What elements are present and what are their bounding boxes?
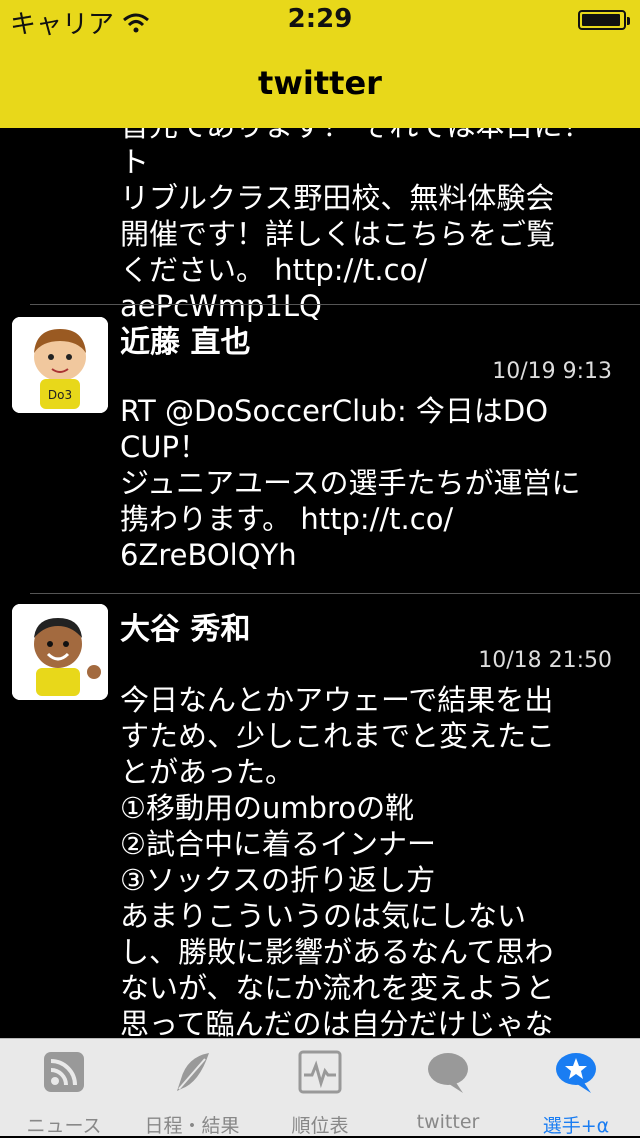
tweet-feed[interactable]: 皆元てあります！ それでは本日に！ト リブルクラス野田校、無料体験会 開催です！… <box>0 128 640 1038</box>
tab-bar: ニュース 日程・結果 順位表 twitter 選手+α <box>0 1038 640 1137</box>
cartoon-avatar-icon: Do3 <box>12 317 108 413</box>
tab-standings[interactable]: 順位表 <box>256 1039 384 1137</box>
feather-icon <box>177 1053 209 1091</box>
tab-schedule-results[interactable]: 日程・結果 <box>128 1039 256 1137</box>
tweet-text: 今日なんとかアウェーで結果を出 すため、少しこれまでと変えたこ とがあった。 ①… <box>120 683 556 1038</box>
tweet-date: 10/19 9:13 <box>492 359 612 384</box>
tweet-item[interactable]: 大谷 秀和 10/18 21:50 今日なんとかアウェーで結果を出 すため、少し… <box>0 594 640 1038</box>
tweet-text: RT @DoSoccerClub: 今日はDO CUP！ ジュニアユースの選手た… <box>120 394 581 572</box>
tab-twitter[interactable]: twitter <box>384 1039 512 1137</box>
speech-bubble-icon <box>428 1053 468 1093</box>
tweet-item[interactable]: 皆元てあります！ それでは本日に！ト リブルクラス野田校、無料体験会 開催です！… <box>0 128 640 323</box>
avatar <box>12 604 108 700</box>
battery-level <box>582 14 620 26</box>
status-bar: キャリア 2:29 <box>0 0 640 40</box>
status-time: 2:29 <box>287 4 353 34</box>
tweet-text: 皆元てあります！ それでは本日に！ト リブルクラス野田校、無料体験会 開催です！… <box>120 128 591 323</box>
navigation-bar: twitter <box>0 40 640 128</box>
tab-label: 選手+α <box>542 1115 610 1137</box>
star-bubble-icon <box>556 1053 596 1093</box>
tweet-item[interactable]: Do3 近藤 直也 10/19 9:13 RT @DoSoccerClub: 今… <box>0 305 640 593</box>
tab-news[interactable]: ニュース <box>0 1039 128 1137</box>
avatar: Do3 <box>12 317 108 413</box>
tab-players[interactable]: 選手+α <box>512 1039 640 1137</box>
rss-icon <box>44 1052 84 1092</box>
tab-label: ニュース <box>26 1115 102 1137</box>
tweet-author-name: 大谷 秀和 <box>120 612 251 647</box>
battery-icon <box>578 10 630 30</box>
page-title: twitter <box>258 64 382 102</box>
svg-text:Do3: Do3 <box>48 388 72 402</box>
tweet-author-name: 近藤 直也 <box>120 325 251 360</box>
tab-label: 順位表 <box>291 1115 349 1137</box>
cartoon-avatar-icon <box>12 604 108 700</box>
tab-label: 日程・結果 <box>144 1115 240 1137</box>
pulse-chart-icon <box>298 1050 342 1094</box>
tab-label: twitter <box>416 1111 480 1133</box>
tweet-date: 10/18 21:50 <box>478 648 612 673</box>
